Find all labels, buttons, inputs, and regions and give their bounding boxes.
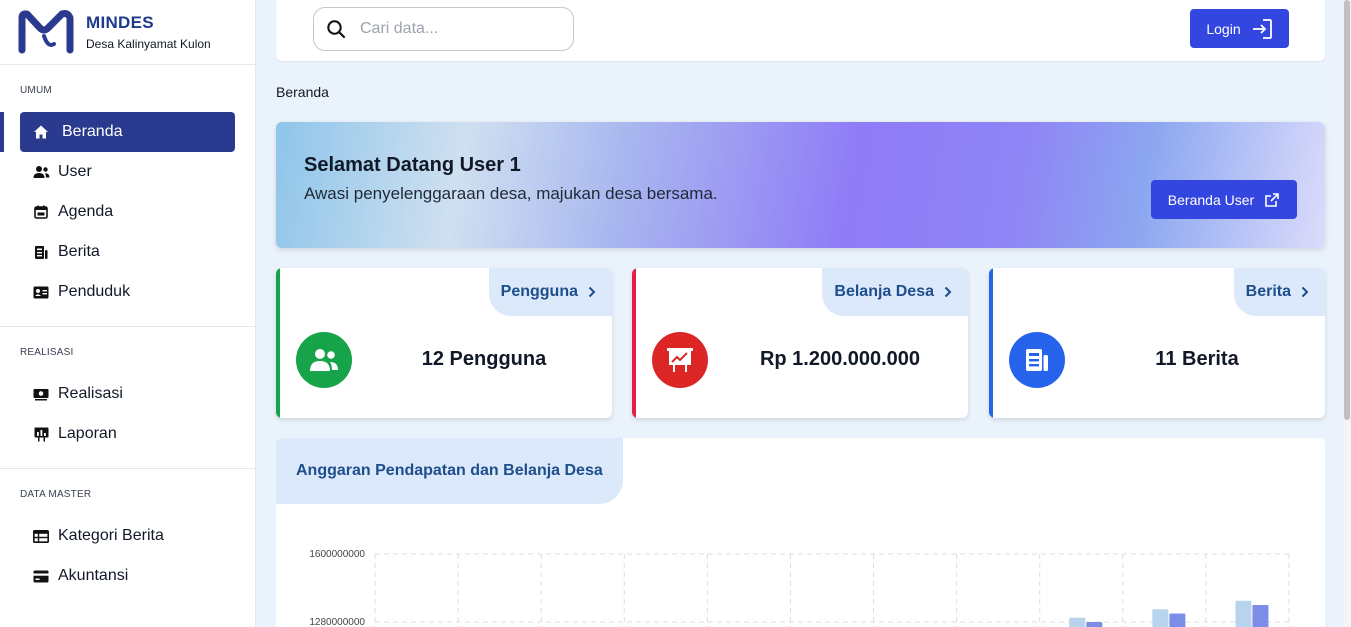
chart-bar — [1152, 609, 1169, 627]
chart-board-icon — [32, 425, 50, 443]
presentation-chart-icon — [652, 332, 708, 388]
card-tag-label: Berita — [1245, 283, 1291, 300]
card-link-berita[interactable]: Berita — [1233, 268, 1325, 316]
search-box[interactable] — [313, 7, 574, 51]
welcome-subtitle: Awasi penyelenggaraan desa, majukan desa… — [304, 184, 718, 203]
users-icon — [296, 332, 352, 388]
newspaper-icon — [1009, 332, 1065, 388]
page-scrollbar[interactable] — [1343, 0, 1351, 627]
card-value: 11 Berita — [1155, 348, 1239, 370]
section-title: REALISASI — [20, 347, 74, 358]
beranda-user-button[interactable]: Beranda User — [1151, 180, 1297, 219]
sidebar-item-kategori-berita[interactable]: Kategori Berita — [0, 516, 255, 556]
card-accent-bar — [632, 268, 636, 418]
chart-bar — [1069, 617, 1086, 627]
newspaper-icon — [32, 243, 50, 261]
brand-name: MINDES — [86, 13, 154, 32]
login-icon — [1252, 18, 1272, 39]
section-title: UMUM — [20, 85, 52, 96]
chevron-right-icon — [588, 286, 596, 298]
card-link-belanja-desa[interactable]: Belanja Desa — [822, 268, 968, 316]
chart-bar — [1252, 605, 1269, 627]
table-icon — [32, 527, 50, 545]
y-tick-label: 1280000000 — [309, 617, 365, 627]
sidebar-item-beranda[interactable]: Beranda — [0, 112, 235, 152]
sidebar-item-realisasi[interactable]: Realisasi — [0, 374, 255, 414]
welcome-title: Selamat Datang User 1 — [304, 154, 521, 176]
brand-subtitle: Desa Kalinyamat Kulon — [86, 37, 211, 51]
scrollbar-thumb[interactable] — [1344, 0, 1350, 420]
apbdes-chart-panel: Anggaran Pendapatan dan Belanja Desa 160… — [276, 438, 1325, 627]
sidebar-item-label: Realisasi — [58, 385, 123, 402]
sidebar-item-label: Penduduk — [58, 283, 131, 300]
search-icon — [327, 20, 346, 39]
sidebar-item-label: Kategori Berita — [58, 527, 164, 544]
card-link-pengguna[interactable]: Pengguna — [488, 268, 612, 316]
sidebar-item-agenda[interactable]: Agenda — [0, 192, 255, 232]
id-card-icon — [32, 283, 50, 301]
sidebar-item-akuntansi[interactable]: Akuntansi — [0, 556, 255, 596]
login-button[interactable]: Login — [1190, 9, 1289, 48]
external-link-icon — [1265, 192, 1279, 207]
chart-panel-title: Anggaran Pendapatan dan Belanja Desa — [276, 438, 623, 504]
stat-card-berita: Berita 11 Berita — [989, 268, 1325, 418]
sidebar-item-label: Berita — [58, 243, 100, 260]
home-icon — [32, 123, 50, 141]
money-icon — [32, 385, 50, 403]
sidebar-item-berita[interactable]: Berita — [0, 232, 255, 272]
sidebar-item-label: Akuntansi — [58, 567, 129, 584]
chart-bar — [1169, 613, 1186, 627]
breadcrumb[interactable]: Beranda — [276, 84, 329, 100]
sidebar-section-data-master: DATA MASTER Kategori Berita Akuntansi — [0, 469, 255, 610]
y-tick-label: 1600000000 — [309, 549, 365, 560]
stat-card-belanja-desa: Belanja Desa Rp 1.200.000.000 — [632, 268, 968, 418]
card-tag-label: Belanja Desa — [834, 283, 934, 300]
chevron-right-icon — [1301, 286, 1309, 298]
card-accent-bar — [276, 268, 280, 418]
sidebar-item-label: Laporan — [58, 425, 117, 442]
sidebar-section-umum: UMUM Beranda User Agenda Berita Penduduk — [0, 65, 255, 327]
calendar-icon — [32, 203, 50, 221]
card-accent-bar — [989, 268, 993, 418]
search-input[interactable] — [360, 20, 550, 38]
card-value: Rp 1.200.000.000 — [759, 348, 921, 370]
chart-bar — [1235, 600, 1252, 627]
credit-card-icon — [32, 567, 50, 585]
welcome-banner: Selamat Datang User 1 Awasi penyelenggar… — [276, 122, 1325, 248]
users-icon — [32, 163, 50, 181]
brand[interactable]: MINDES Desa Kalinyamat Kulon — [0, 0, 255, 65]
sidebar-item-label: User — [58, 163, 92, 180]
stat-card-pengguna: Pengguna 12 Pengguna — [276, 268, 612, 418]
sidebar-section-realisasi: REALISASI Realisasi Laporan — [0, 327, 255, 469]
sidebar-item-laporan[interactable]: Laporan — [0, 414, 255, 454]
apbdes-bar-chart: 1600000000 1280000000 — [309, 549, 1290, 627]
mindes-logo-icon — [18, 10, 74, 54]
sidebar-item-label: Agenda — [58, 203, 114, 220]
login-label: Login — [1206, 20, 1241, 37]
sidebar: MINDES Desa Kalinyamat Kulon UMUM Berand… — [0, 0, 256, 627]
beranda-user-label: Beranda User — [1167, 191, 1255, 208]
section-title: DATA MASTER — [20, 489, 92, 500]
chart-bar — [1086, 622, 1103, 627]
card-value: 12 Pengguna — [421, 348, 547, 370]
card-tag-label: Pengguna — [500, 283, 578, 300]
topbar: Login — [276, 0, 1325, 61]
sidebar-item-user[interactable]: User — [0, 152, 255, 192]
sidebar-item-penduduk[interactable]: Penduduk — [0, 272, 255, 312]
chevron-right-icon — [944, 286, 952, 298]
sidebar-item-label: Beranda — [62, 123, 123, 140]
